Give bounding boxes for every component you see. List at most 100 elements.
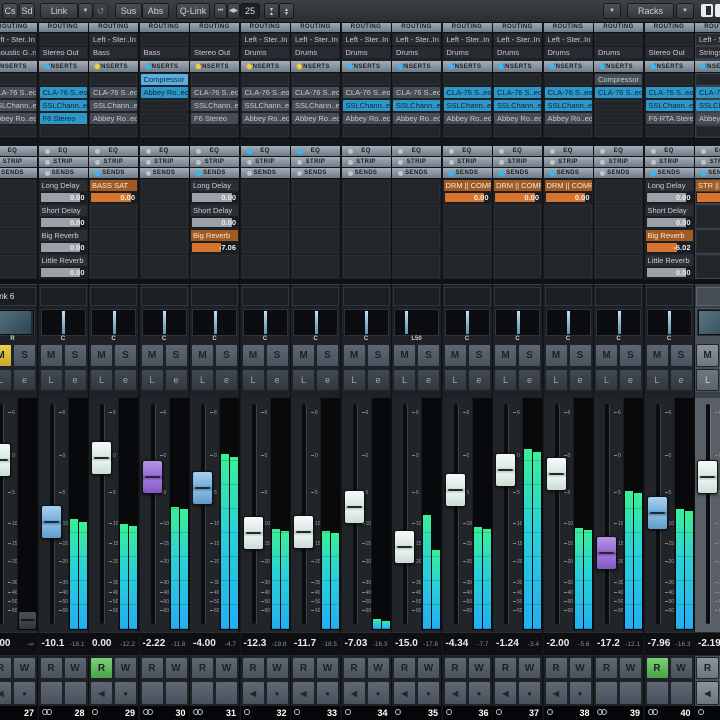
insert-slot[interactable]: F6-RTA Stereo (645, 112, 694, 125)
send-empty-slot[interactable] (393, 205, 440, 228)
channel-volume-value[interactable]: -10.1 (42, 638, 65, 649)
record-enable-button[interactable]: ● (569, 681, 592, 705)
record-enable-button[interactable]: ● (13, 681, 36, 705)
input-routing-value[interactable]: Left - Ster..In (696, 34, 720, 45)
send-slot[interactable] (140, 204, 189, 229)
monitor-button[interactable]: ◀ (444, 681, 467, 705)
eq-rack-header[interactable]: EQ (241, 146, 290, 157)
fader-track[interactable] (555, 404, 559, 624)
send-slot[interactable] (443, 229, 492, 254)
send-destination-name[interactable]: Short Delay (646, 205, 693, 216)
send-slot[interactable]: Long Delay0.00 (190, 179, 239, 204)
insert-empty-slot[interactable] (545, 126, 592, 137)
fader-handle[interactable] (142, 460, 163, 494)
channel-volume-value[interactable]: -11.7 (294, 638, 316, 649)
read-automation-button[interactable]: R (494, 657, 517, 679)
routing-slot[interactable]: Left - Ster..In (695, 33, 720, 46)
send-slot[interactable]: BASS SAT0.00 (89, 179, 138, 204)
listen-button[interactable]: L (646, 369, 669, 391)
send-level-bar[interactable]: 0.00 (191, 217, 238, 228)
insert-plugin-name[interactable]: CLA-76 S..eo (242, 87, 289, 98)
insert-empty-slot[interactable] (141, 126, 188, 137)
insert-empty-slot[interactable] (494, 74, 541, 85)
level-meter[interactable] (472, 398, 492, 630)
insert-slot[interactable]: CLA-76 S..eo (645, 86, 694, 99)
send-slot[interactable] (291, 179, 340, 204)
insert-plugin-name[interactable]: CLA-76 S..eo (494, 87, 541, 98)
routing-rack-header[interactable]: ROUTING (39, 22, 88, 33)
insert-empty-slot[interactable] (646, 126, 693, 137)
send-level-bar[interactable]: 0.00 (646, 192, 693, 203)
send-destination-name[interactable]: Long Delay (40, 180, 87, 191)
send-empty-slot[interactable] (494, 230, 541, 253)
write-automation-button[interactable]: W (417, 657, 440, 679)
send-level-bar[interactable]: 0.00 (444, 192, 491, 203)
fader-handle[interactable] (192, 471, 213, 505)
insert-slot[interactable]: Abbey Ro..eo (140, 86, 189, 99)
pan-control[interactable] (142, 309, 187, 336)
send-empty-slot[interactable] (444, 255, 491, 278)
send-slot[interactable] (241, 254, 290, 279)
monitor-button[interactable]: ◀ (393, 681, 416, 705)
send-slot[interactable]: Big Reverb-7.06 (190, 229, 239, 254)
routing-slot[interactable]: Stereo Out (190, 46, 239, 59)
listen-button[interactable]: L (343, 369, 366, 391)
insert-slot[interactable]: SSLChann..eo (291, 99, 340, 112)
routing-slot[interactable]: Left - Ster..In (544, 33, 593, 46)
send-slot[interactable] (140, 229, 189, 254)
send-slot[interactable] (342, 179, 391, 204)
insert-empty-slot[interactable] (393, 74, 440, 85)
routing-rack-header[interactable]: ROUTING (493, 22, 542, 33)
output-routing-value[interactable]: Stereo Out (40, 47, 87, 58)
send-empty-slot[interactable] (545, 255, 592, 278)
send-destination-name[interactable]: Long Delay (191, 180, 238, 191)
send-empty-slot[interactable] (595, 255, 642, 278)
send-empty-slot[interactable] (444, 230, 491, 253)
eq-rack-header[interactable]: EQ (140, 146, 189, 157)
sends-rack-header[interactable]: SENDS (89, 168, 138, 179)
insert-slot[interactable]: CLA-76 S..eo (0, 86, 37, 99)
send-slot[interactable]: STR || COMP0.00 (695, 179, 720, 204)
sends-rack-header[interactable]: SENDS (392, 168, 441, 179)
send-slot[interactable] (291, 254, 340, 279)
edit-channel-button[interactable]: e (518, 369, 541, 391)
insert-slot[interactable]: SSLChann..eo (342, 99, 391, 112)
routing-rack-header[interactable]: ROUTING (190, 22, 239, 33)
monitor-button[interactable] (191, 681, 214, 705)
input-routing-value[interactable]: Left - Ster..In (444, 34, 491, 45)
send-empty-slot[interactable] (393, 180, 440, 203)
listen-button[interactable]: L (40, 369, 63, 391)
solo-button[interactable]: S (468, 344, 491, 367)
channel-volume-value[interactable]: -2.00 (547, 638, 570, 649)
write-automation-button[interactable]: W (165, 657, 188, 679)
mute-button[interactable]: M (444, 344, 467, 367)
strip-rack-header[interactable]: STRIP (89, 157, 138, 168)
insert-slot[interactable] (392, 125, 441, 138)
send-empty-slot[interactable] (343, 230, 390, 253)
send-slot[interactable] (594, 254, 643, 279)
fader-handle[interactable] (243, 516, 264, 550)
insert-empty-slot[interactable] (292, 126, 339, 137)
link-group-name[interactable]: Link 6 (0, 287, 36, 306)
send-empty-slot[interactable] (595, 230, 642, 253)
eq-rack-header[interactable]: EQ (291, 146, 340, 157)
insert-slot[interactable]: F6 Stereo (190, 112, 239, 125)
routing-rack-header[interactable]: ROUTING (645, 22, 694, 33)
send-empty-slot[interactable] (141, 230, 188, 253)
output-routing-value[interactable]: Acoustic G..rs (0, 47, 36, 58)
send-empty-slot[interactable] (242, 230, 289, 253)
suspend-button[interactable]: Sus (115, 3, 142, 19)
insert-slot[interactable] (594, 125, 643, 138)
level-meter[interactable] (623, 398, 643, 630)
send-slot[interactable] (241, 229, 290, 254)
routing-rack-header[interactable]: ROUTING (89, 22, 138, 33)
edit-channel-button[interactable]: e (13, 369, 36, 391)
mute-button[interactable]: M (191, 344, 214, 367)
show-right-zone-icon[interactable] (715, 4, 720, 17)
monitor-button[interactable]: ◀ (545, 681, 568, 705)
eq-rack-header[interactable]: EQ (594, 146, 643, 157)
insert-empty-slot[interactable] (141, 100, 188, 111)
write-automation-button[interactable]: W (316, 657, 339, 679)
send-level-bar[interactable]: 0.00 (191, 192, 238, 203)
insert-slot[interactable]: SSLChann..eo (544, 99, 593, 112)
